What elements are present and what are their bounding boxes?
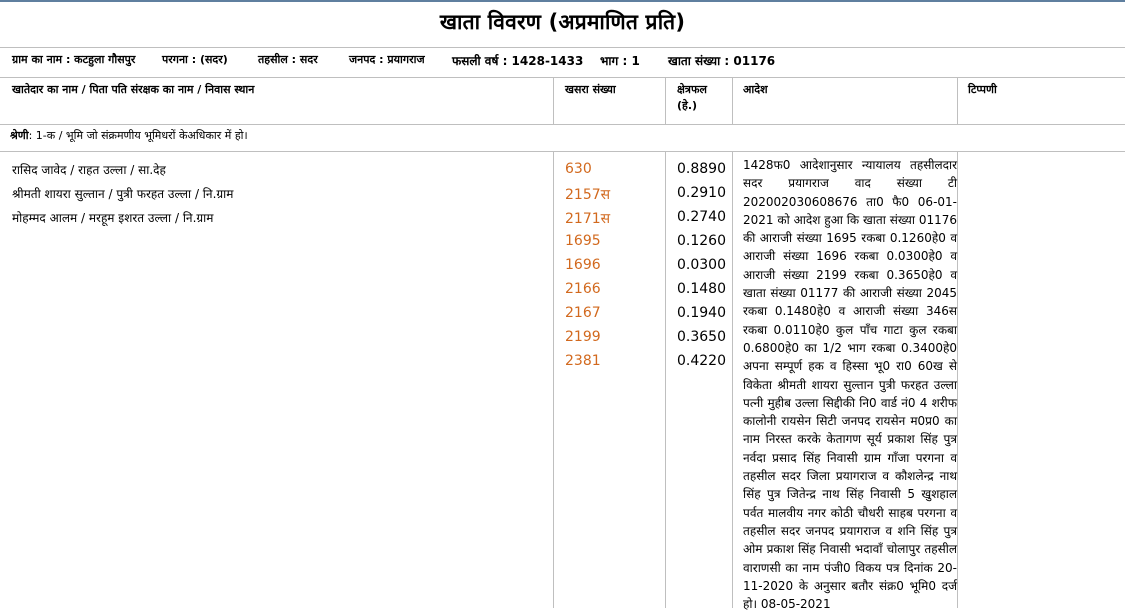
area-value: 0.1480: [677, 281, 726, 297]
khasra-number: 2167: [565, 305, 601, 321]
remark-header: टिप्पणी: [968, 83, 997, 96]
khata-number: खाता संख्या : 01176: [668, 54, 776, 68]
khasra-header: खसरा संख्या: [565, 83, 616, 96]
page-title: खाता विवरण (अप्रमाणित प्रति): [439, 10, 686, 34]
khasra-number: 2171स: [565, 211, 611, 227]
column-divider: [957, 151, 958, 608]
area-value: 0.2910: [677, 185, 726, 201]
khasra-number: 2157स: [565, 187, 611, 203]
column-divider: [732, 77, 733, 125]
meta-row: ग्राम का नाम : कटहुला गौसपुर परगना : (सद…: [0, 52, 1125, 72]
column-divider: [553, 77, 554, 125]
village-name: ग्राम का नाम : कटहुला गौसपुर: [12, 53, 136, 66]
khasra-number: 1695: [565, 233, 601, 249]
column-divider: [732, 151, 733, 608]
area-header: क्षेत्रफल (हे.): [677, 83, 707, 112]
top-border: [0, 0, 1125, 2]
fasli-year: फसली वर्ष : 1428-1433: [452, 54, 584, 68]
khasra-number: 2381: [565, 353, 601, 369]
bhag: भाग : 1: [600, 54, 640, 68]
khasra-number: 1696: [565, 257, 601, 273]
area-value: 0.2740: [677, 209, 726, 225]
order-text: 1428फ0 आदेशानुसार न्यायालय तहसीलदार सदर …: [743, 158, 957, 612]
column-divider: [665, 77, 666, 125]
khasra-number: 2199: [565, 329, 601, 345]
area-value: 0.4220: [677, 353, 726, 369]
divider: [0, 124, 1125, 125]
area-value: 0.1940: [677, 305, 726, 321]
tehsil: तहसील : सदर: [258, 53, 318, 66]
area-value: 0.1260: [677, 233, 726, 249]
area-value: 0.0300: [677, 257, 726, 273]
column-divider: [957, 77, 958, 125]
area-value: 0.3650: [677, 329, 726, 345]
area-value: 0.8890: [677, 161, 726, 177]
category-row: श्रेणी: 1-क / भूमि जो संक्रमणीय भूमिधरों…: [10, 129, 248, 142]
owner-entry: श्रीमती शायरा सुल्तान / पुत्री फरहत उल्ल…: [12, 187, 234, 201]
khasra-number: 630: [565, 161, 592, 177]
owner-entry: मोहम्मद आलम / मरहूम इशरत उल्ला / नि.ग्रा…: [12, 211, 214, 225]
divider: [0, 47, 1125, 48]
khasra-number: 2166: [565, 281, 601, 297]
column-divider: [665, 151, 666, 608]
pargana: परगना : (सदर): [162, 53, 228, 66]
column-divider: [553, 151, 554, 608]
order-header: आदेश: [743, 83, 768, 96]
owner-header: खातेदार का नाम / पिता पति संरक्षक का नाम…: [12, 83, 255, 96]
owner-entry: रासिद जावेद / राहत उल्ला / सा.देह: [12, 163, 166, 177]
district: जनपद : प्रयागराज: [349, 53, 425, 66]
